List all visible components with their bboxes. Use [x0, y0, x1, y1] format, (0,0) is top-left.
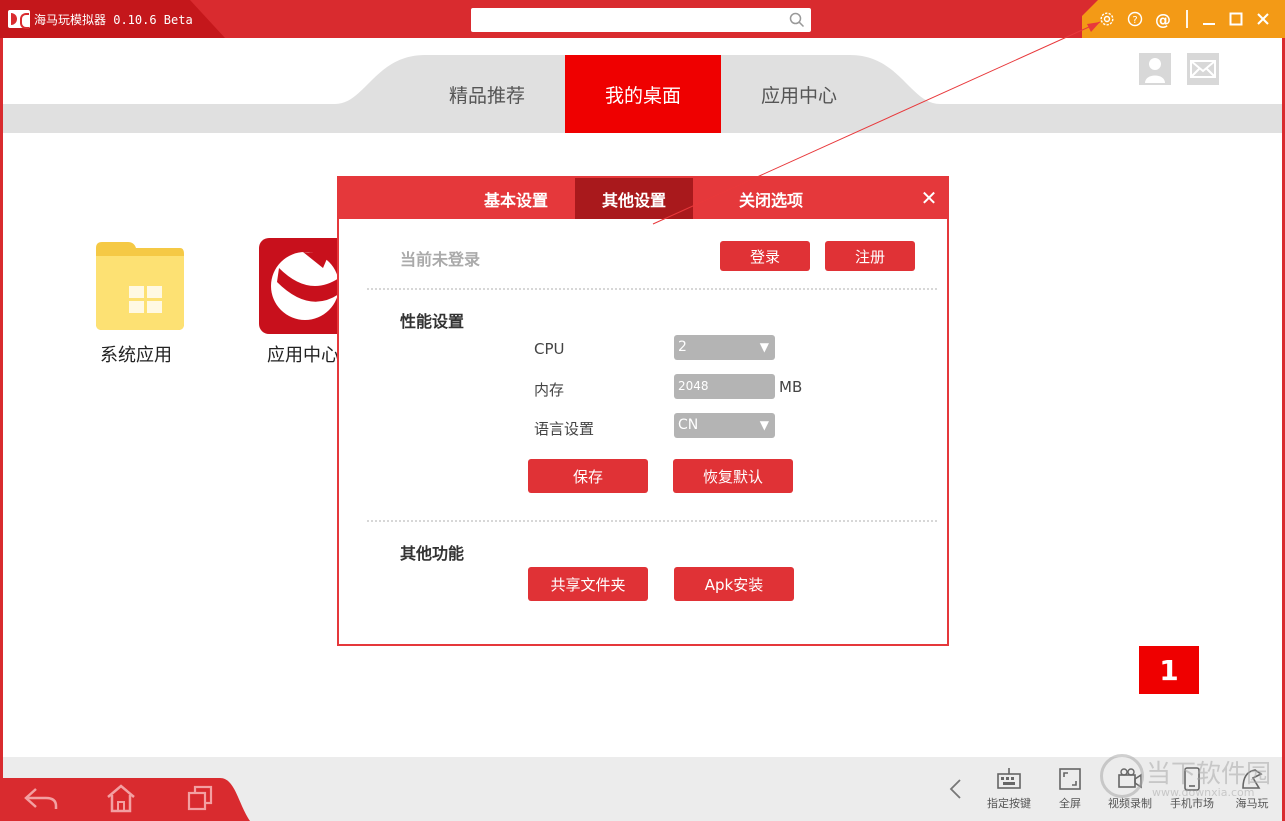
keyboard-icon	[997, 768, 1021, 789]
watermark-text: 当下软件园	[1146, 759, 1272, 788]
keymap-label: 指定按键	[987, 797, 1031, 810]
keymap-button[interactable]: 指定按键	[979, 766, 1039, 811]
fullscreen-button[interactable]: 全屏	[1040, 766, 1100, 811]
annotation-number-badge: 1	[1139, 646, 1199, 694]
fullscreen-label: 全屏	[1059, 797, 1081, 810]
watermark: 当下软件园 www.downxia.com	[1100, 752, 1272, 812]
watermark-subtext: www.downxia.com	[1152, 786, 1255, 799]
back-icon[interactable]	[20, 782, 60, 814]
annotation-arrow	[652, 21, 1101, 225]
watermark-logo-icon	[1100, 754, 1144, 798]
fullscreen-icon	[1059, 768, 1081, 790]
home-icon[interactable]	[101, 782, 141, 814]
chevron-left-icon[interactable]	[946, 778, 966, 804]
recent-apps-icon[interactable]	[180, 782, 220, 814]
